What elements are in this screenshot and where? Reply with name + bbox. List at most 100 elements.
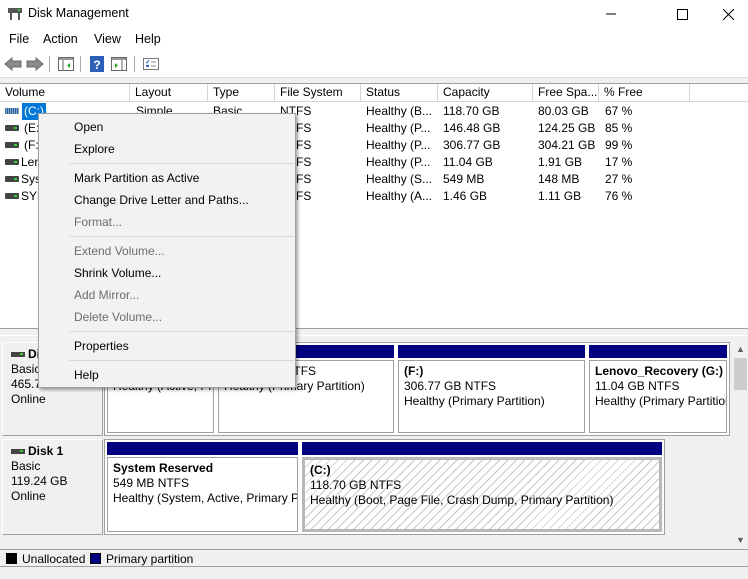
menu-item-explore[interactable]: Explore: [40, 138, 294, 160]
scroll-down-icon[interactable]: ▼: [733, 532, 748, 547]
disk-management-app-icon: [8, 8, 22, 20]
partition-selected[interactable]: (C:) 118.70 GB NTFS Healthy (Boot, Page …: [300, 440, 664, 534]
disk-type: Basic: [11, 459, 41, 473]
drive-icon: [5, 159, 19, 165]
column-header-layout[interactable]: Layout: [130, 84, 208, 102]
volume-percent-free: 76 %: [605, 189, 633, 203]
volume-capacity: 549 MB: [443, 172, 485, 186]
window-title: Disk Management: [28, 6, 129, 20]
partition-size: 118.70 GB NTFS: [310, 478, 402, 492]
primary-partition-bar: [107, 442, 298, 455]
volume-status: Healthy (P...: [366, 155, 431, 169]
disk-1-info[interactable]: Disk 1 Basic 119.24 GB Online: [2, 439, 103, 535]
disk-pane-scrollbar[interactable]: ▲ ▼: [733, 341, 748, 547]
toolbar-separator: [49, 56, 50, 72]
volume-free-space: 1.11 GB: [538, 189, 582, 203]
volume-list-header: Volume Layout Type File System Status Ca…: [0, 84, 748, 102]
menu-bar: File Action View Help: [0, 28, 748, 51]
volume-free-space: 80.03 GB: [538, 104, 589, 118]
minimize-button[interactable]: [588, 0, 634, 28]
volume-status: Healthy (S...: [366, 172, 433, 186]
column-header-filler: [690, 84, 748, 102]
show-hide-console-tree-button[interactable]: [56, 55, 76, 73]
disk-status: Online: [11, 489, 46, 503]
volume-capacity: 306.77 GB: [443, 138, 501, 152]
column-header-status[interactable]: Status: [361, 84, 438, 102]
toolbar-separator: [80, 56, 81, 72]
close-icon: [722, 8, 734, 20]
menu-view[interactable]: View: [94, 32, 121, 46]
menu-action[interactable]: Action: [43, 32, 78, 46]
column-header-type[interactable]: Type: [208, 84, 275, 102]
show-hide-action-pane-button[interactable]: [109, 55, 129, 73]
menu-item-format: Format...: [74, 215, 123, 229]
back-button[interactable]: [3, 55, 23, 73]
volume-capacity: 11.04 GB: [443, 155, 493, 169]
menu-item-extend-volume: Extend Volume...: [74, 244, 165, 258]
close-button[interactable]: [705, 0, 748, 28]
volume-free-space: 124.25 GB: [538, 121, 596, 135]
forward-button[interactable]: [25, 55, 45, 73]
legend-primary-partition: Primary partition: [106, 552, 194, 566]
menu-item-change-drive-letter[interactable]: Change Drive Letter and Paths...: [40, 189, 294, 211]
primary-partition-bar: [398, 345, 585, 358]
column-header-capacity[interactable]: Capacity: [438, 84, 533, 102]
volume-status: Healthy (P...: [366, 138, 431, 152]
forward-icon: [26, 57, 44, 71]
legend-unallocated: Unallocated: [22, 552, 86, 566]
partition-name: System Reserved: [113, 461, 214, 475]
show-hide-console-tree-icon: [58, 57, 74, 71]
partition-size: 11.04 GB NTFS: [595, 379, 680, 393]
partition-status: Healthy (System, Active, Primary Partiti…: [113, 491, 297, 505]
menu-help[interactable]: Help: [135, 32, 161, 46]
volume-status: Healthy (B...: [366, 104, 433, 118]
volume-percent-free: 67 %: [605, 104, 633, 118]
title-bar: Disk Management: [0, 0, 748, 28]
column-header-file-system[interactable]: File System: [275, 84, 361, 102]
partition[interactable]: Lenovo_Recovery (G:) 11.04 GB NTFS Healt…: [587, 343, 729, 435]
drive-icon: [5, 125, 19, 131]
disk-size: 119.24 GB: [11, 474, 68, 488]
menu-item-mark-partition-active[interactable]: Mark Partition as Active: [40, 167, 294, 189]
volume-percent-free: 27 %: [605, 172, 633, 186]
scrollbar-thumb[interactable]: [734, 358, 747, 390]
show-hide-action-pane-icon: [111, 57, 127, 71]
menu-separator: [69, 236, 294, 237]
maximize-button[interactable]: [659, 0, 705, 28]
menu-item-help[interactable]: Help: [40, 364, 294, 386]
partition[interactable]: System Reserved 549 MB NTFS Healthy (Sys…: [105, 440, 300, 534]
menu-item-open[interactable]: Open: [40, 116, 294, 138]
partition-status: Healthy (Primary Partition): [595, 394, 727, 408]
unallocated-swatch: [6, 553, 17, 564]
menu-file[interactable]: File: [9, 32, 29, 46]
help-icon: ?: [90, 56, 104, 72]
volume-free-space: 1.91 GB: [538, 155, 583, 169]
help-button[interactable]: ?: [87, 55, 107, 73]
menu-item-properties[interactable]: Properties: [40, 335, 294, 357]
legend-bar: Unallocated Primary partition: [0, 549, 748, 567]
menu-item-shrink-volume[interactable]: Shrink Volume...: [40, 262, 294, 284]
disk-icon: [11, 352, 25, 357]
properties-icon: [143, 58, 159, 70]
partition-size: 306.77 GB NTFS: [404, 379, 497, 393]
disk-icon: [11, 449, 25, 454]
context-menu: Open Explore Mark Partition as Active Ch…: [38, 113, 296, 388]
menu-item-add-mirror: Add Mirror...: [74, 288, 140, 302]
partition[interactable]: (F:) 306.77 GB NTFS Healthy (Primary Par…: [396, 343, 587, 435]
column-header-volume[interactable]: Volume: [0, 84, 130, 102]
volume-free-space: 148 MB: [538, 172, 580, 186]
striped-volume-icon: [5, 108, 19, 114]
menu-separator: [69, 163, 294, 164]
minimize-icon: [606, 13, 616, 15]
column-header-percent-free[interactable]: % Free: [599, 84, 690, 102]
properties-button[interactable]: [141, 55, 161, 73]
column-header-free-space[interactable]: Free Spa...: [533, 84, 599, 102]
scroll-up-icon[interactable]: ▲: [733, 341, 748, 356]
drive-icon: [5, 176, 19, 182]
volume-percent-free: 99 %: [605, 138, 633, 152]
toolbar: ?: [0, 51, 748, 78]
partition-status: Healthy (Boot, Page File, Crash Dump, Pr…: [310, 493, 614, 507]
disk-name: Disk 1: [28, 444, 64, 458]
partition-name: Lenovo_Recovery (G:): [595, 364, 724, 378]
menu-separator: [69, 331, 294, 332]
